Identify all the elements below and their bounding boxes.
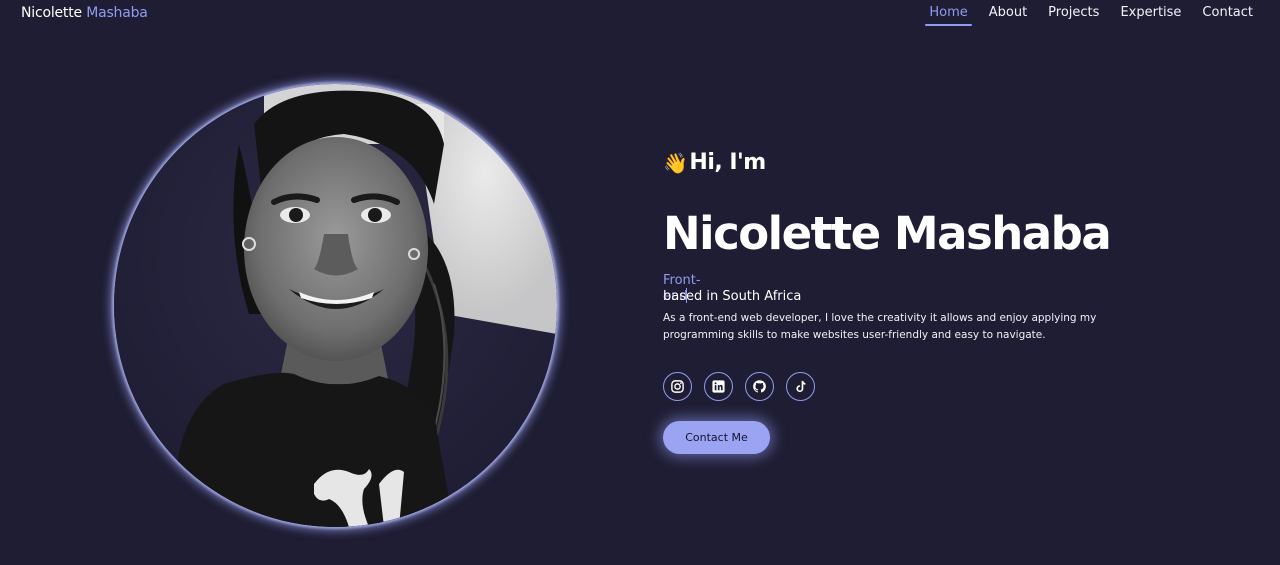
brand-logo[interactable]: Nicolette Mashaba [21, 5, 148, 21]
tiktok-icon [796, 380, 806, 393]
github-icon [753, 380, 766, 393]
linkedin-link[interactable] [704, 372, 733, 401]
page: Nicolette Mashaba Home About Projects Ex… [0, 0, 1280, 565]
instagram-icon [671, 380, 684, 393]
nav-link-projects[interactable]: Projects [1048, 5, 1099, 26]
bio-text: As a front-end web developer, I love the… [663, 312, 1097, 341]
greeting-heading: 👋 Hi, I'm [663, 150, 1183, 175]
nav-link-expertise[interactable]: Expertise [1120, 5, 1181, 26]
contact-me-button[interactable]: Contact Me [663, 421, 770, 454]
hero-section: 👋 Hi, I'm Nicolette Mashaba Front-end ba… [663, 150, 1183, 454]
nav-links: Home About Projects Expertise Contact [925, 5, 1253, 26]
tiktok-link[interactable] [786, 372, 815, 401]
hero-name: Nicolette Mashaba [663, 207, 1112, 260]
profile-photo-illustration [114, 84, 557, 527]
social-links [663, 372, 827, 401]
profile-photo [114, 84, 557, 527]
nav-link-about[interactable]: About [989, 5, 1027, 26]
navbar: Nicolette Mashaba Home About Projects Ex… [0, 0, 1280, 34]
nav-link-home[interactable]: Home [925, 5, 973, 26]
location-text: based in South Africa [663, 289, 802, 304]
github-link[interactable] [745, 372, 774, 401]
brand-last-name: Mashaba [86, 5, 148, 21]
linkedin-icon [712, 380, 725, 393]
wave-icon: 👋 [663, 150, 688, 175]
instagram-link[interactable] [663, 372, 692, 401]
greeting-text: Hi, I'm [689, 150, 766, 175]
nav-link-contact[interactable]: Contact [1202, 5, 1253, 26]
brand-first-name: Nicolette [21, 5, 82, 21]
